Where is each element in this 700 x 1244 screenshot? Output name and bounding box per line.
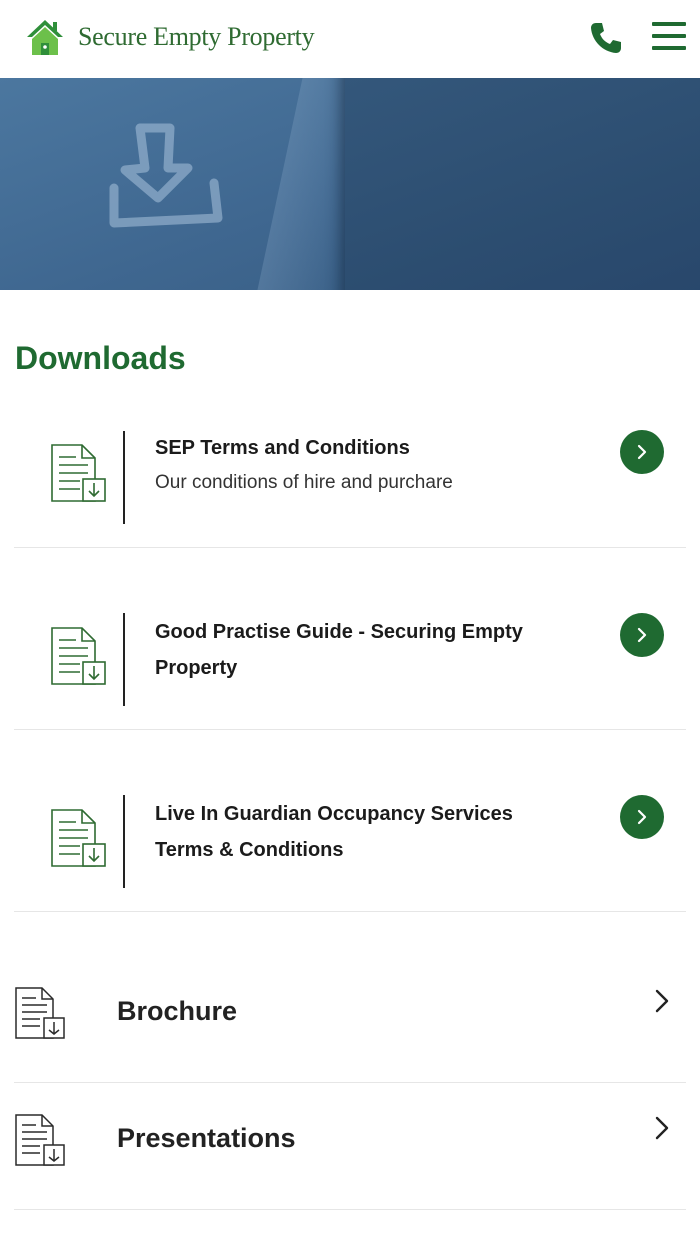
brand-name: Secure Empty Property: [78, 22, 315, 51]
download-text: SEP Terms and Conditions Our conditions …: [155, 430, 575, 498]
page-title: Downloads: [15, 340, 186, 376]
phone-icon[interactable]: [588, 20, 624, 56]
download-title: Live In Guardian Occupancy Services Term…: [155, 803, 513, 861]
section-row-brochure[interactable]: Brochure: [14, 956, 686, 1083]
chevron-right-icon: [637, 627, 647, 643]
divider-line: [123, 613, 125, 706]
download-title: SEP Terms and Conditions: [155, 437, 410, 459]
document-download-icon: [51, 809, 106, 867]
download-item[interactable]: Live In Guardian Occupancy Services Term…: [14, 730, 686, 912]
chevron-right-icon: [637, 444, 647, 460]
document-download-icon: [15, 987, 65, 1039]
open-download-button[interactable]: [620, 613, 664, 657]
keyboard-key: [345, 78, 700, 290]
house-icon: [27, 20, 63, 55]
chevron-right-icon[interactable]: [652, 1115, 672, 1141]
divider-line: [123, 795, 125, 888]
download-item[interactable]: Good Practise Guide - Securing Empty Pro…: [14, 548, 686, 730]
open-download-button[interactable]: [620, 795, 664, 839]
download-icon: [109, 123, 223, 228]
chevron-right-icon: [637, 809, 647, 825]
download-text: Live In Guardian Occupancy Services Term…: [155, 796, 575, 868]
hamburger-menu-icon[interactable]: [652, 22, 686, 52]
menu-bar: [652, 22, 686, 26]
section-label: Presentations: [117, 1123, 296, 1153]
chevron-right-icon[interactable]: [652, 988, 672, 1014]
menu-bar: [652, 34, 686, 38]
download-title: Good Practise Guide - Securing Empty Pro…: [155, 621, 523, 679]
site-header: Secure Empty Property: [0, 0, 700, 78]
section-row-presentations[interactable]: Presentations: [14, 1083, 686, 1210]
document-download-icon: [51, 627, 106, 685]
menu-bar: [652, 46, 686, 50]
open-download-button[interactable]: [620, 430, 664, 474]
download-subtitle: Our conditions of hire and purchare: [155, 472, 453, 493]
hero-banner: [0, 78, 700, 290]
document-download-icon: [51, 444, 106, 502]
section-label: Brochure: [117, 996, 238, 1026]
site-logo[interactable]: Secure Empty Property: [25, 16, 315, 58]
document-download-icon: [15, 1114, 65, 1166]
download-text: Good Practise Guide - Securing Empty Pro…: [155, 614, 575, 686]
divider-line: [123, 431, 125, 524]
download-item[interactable]: SEP Terms and Conditions Our conditions …: [14, 405, 686, 548]
